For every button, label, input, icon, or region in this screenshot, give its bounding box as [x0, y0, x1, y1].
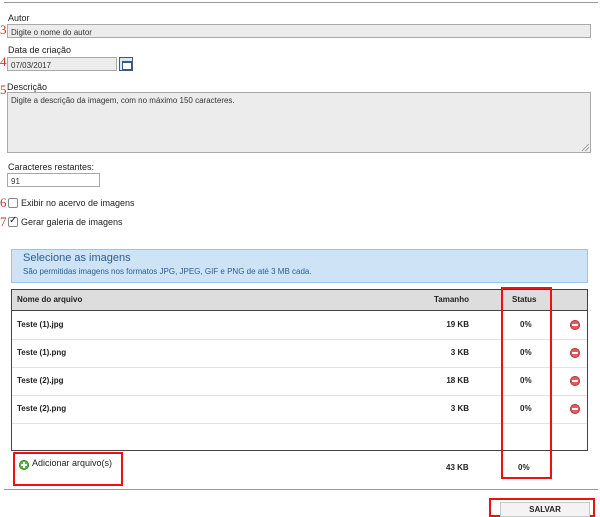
file-name: Teste (1).jpg — [17, 320, 64, 329]
top-divider — [4, 2, 598, 3]
descricao-label: Descrição — [7, 82, 48, 92]
step-marker-7: 7 — [0, 214, 7, 229]
bottom-divider — [4, 489, 598, 490]
data-criacao-input[interactable]: 07/03/2017 — [7, 57, 117, 71]
total-size: 43 KB — [446, 463, 469, 472]
remove-icon[interactable] — [570, 348, 580, 358]
upload-subtitle: São permitidas imagens nos formatos JPG,… — [23, 267, 312, 276]
file-size: 19 KB — [446, 320, 469, 329]
file-name: Teste (2).jpg — [17, 376, 64, 385]
descricao-placeholder: Digite a descrição da imagem, com no máx… — [11, 96, 235, 105]
autor-input[interactable]: Digite o nome do autor — [7, 24, 591, 38]
autor-label: Autor — [8, 13, 30, 23]
add-highlight-box — [13, 452, 123, 486]
remove-icon[interactable] — [570, 404, 580, 414]
step-marker-4: 4 — [0, 54, 7, 69]
file-size: 3 KB — [450, 348, 469, 357]
caracteres-label: Caracteres restantes: — [8, 162, 95, 172]
upload-title: Selecione as imagens — [23, 252, 131, 264]
exibir-checkbox[interactable] — [8, 198, 18, 208]
calendar-icon[interactable] — [119, 57, 133, 71]
step-marker-5: 5 — [0, 82, 7, 97]
data-criacao-label: Data de criação — [8, 45, 72, 55]
exibir-label[interactable]: Exibir no acervo de imagens — [21, 198, 135, 208]
resize-handle-icon[interactable] — [582, 144, 589, 151]
file-name: Teste (1).png — [17, 348, 67, 357]
remove-icon[interactable] — [570, 376, 580, 386]
file-size: 3 KB — [450, 404, 469, 413]
file-name: Teste (2).png — [17, 404, 67, 413]
caracteres-restantes-field: 91 — [7, 173, 100, 187]
galeria-label[interactable]: Gerar galeria de imagens — [21, 217, 123, 227]
header-tamanho: Tamanho — [434, 295, 469, 304]
step-marker-6: 6 — [0, 195, 7, 210]
file-size: 18 KB — [446, 376, 469, 385]
descricao-textarea[interactable]: Digite a descrição da imagem, com no máx… — [7, 92, 591, 153]
remove-icon[interactable] — [570, 320, 580, 330]
save-button[interactable]: SALVAR — [500, 502, 590, 517]
status-highlight-box — [501, 287, 552, 479]
galeria-checkbox[interactable] — [8, 215, 18, 227]
step-marker-3: 3 — [0, 22, 7, 37]
header-nome: Nome do arquivo — [17, 295, 83, 304]
upload-panel: Selecione as imagens São permitidas imag… — [11, 249, 588, 283]
